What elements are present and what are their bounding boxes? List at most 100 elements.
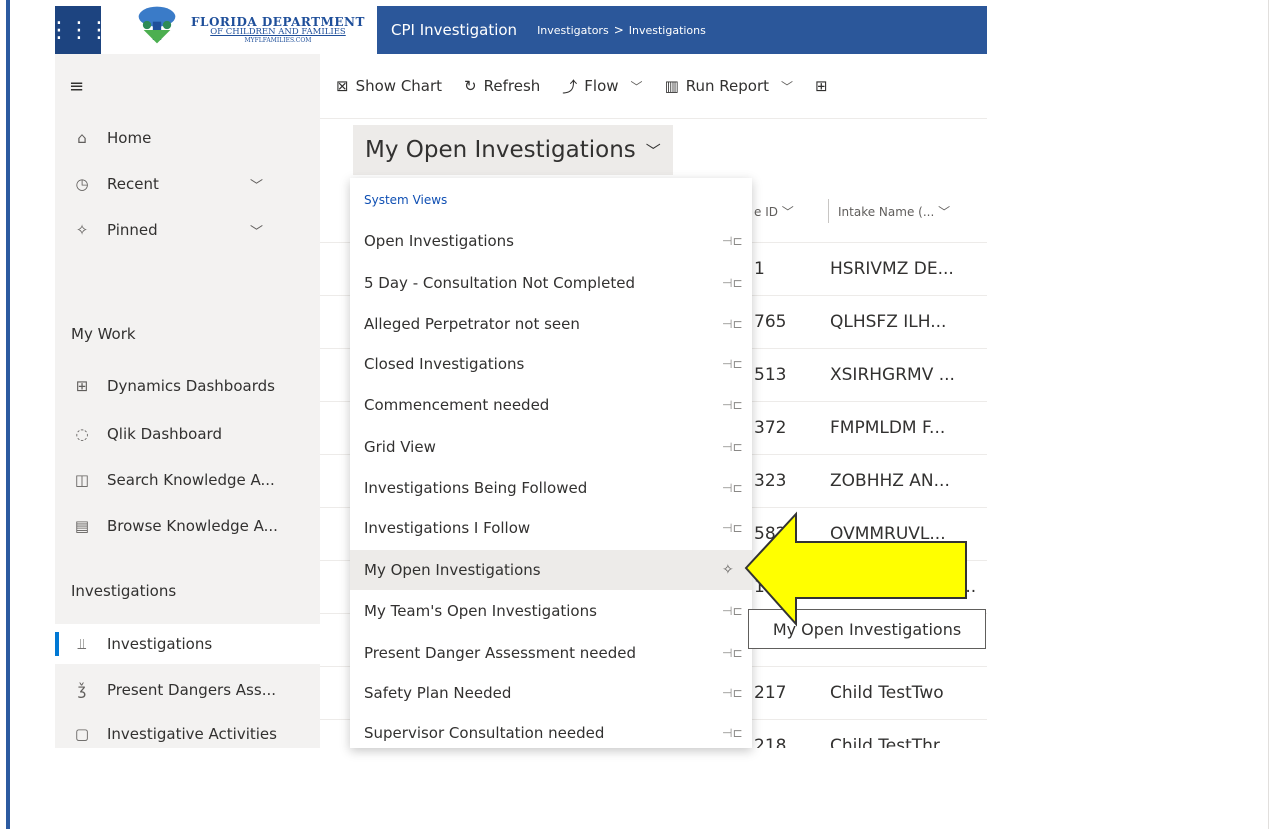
view-option-hovered[interactable]: My Open Investigations ✧: [350, 550, 752, 590]
view-option[interactable]: Investigations I Follow ⊣⊏: [350, 508, 752, 548]
sidebar: ≡ ⌂ Home ◷ Recent ﹀ ✧ Pinned ﹀ My Work ⊞…: [55, 54, 320, 748]
intake-name-cell[interactable]: QLHSFZ ILH...: [830, 312, 946, 332]
sidebar-item-label: Dynamics Dashboards: [107, 377, 275, 395]
clock-icon: ◷: [75, 175, 89, 193]
view-selector-dropdown: System Views Open Investigations ⊣⊏ 5 Da…: [350, 178, 752, 748]
pin-icon[interactable]: ⊣⊏: [722, 646, 743, 660]
sidebar-item-label: Home: [107, 129, 152, 147]
hamburger-menu-icon[interactable]: ≡: [69, 76, 84, 97]
flow-button[interactable]: ⤴ Flow ﹀: [562, 76, 642, 97]
dcf-emblem-icon: [138, 6, 176, 44]
intake-name-cell[interactable]: ZOBHHZ AN...: [830, 471, 950, 491]
sidebar-item-investigative-activities[interactable]: ▢ Investigative Activities: [55, 714, 320, 754]
intake-name-cell[interactable]: Child TestTwo: [830, 683, 944, 703]
view-title: My Open Investigations: [365, 137, 636, 163]
view-option[interactable]: Safety Plan Needed ⊣⊏: [350, 673, 752, 713]
view-option[interactable]: 5 Day - Consultation Not Completed ⊣⊏: [350, 263, 752, 303]
book-icon: ◫: [74, 471, 90, 489]
view-option-label: Commencement needed: [364, 396, 550, 414]
view-selector[interactable]: My Open Investigations ﹀: [353, 125, 673, 175]
app-title[interactable]: CPI Investigation: [391, 21, 517, 39]
run-report-label: Run Report: [685, 77, 770, 95]
intake-name-cell[interactable]: Child TestThr...: [830, 736, 955, 748]
show-chart-button[interactable]: ⊠ Show Chart: [336, 77, 442, 95]
breadcrumb-separator: >: [613, 23, 624, 37]
sidebar-item-present-dangers[interactable]: ǯ Present Dangers Ass...: [55, 670, 320, 710]
case-id-cell: 218: [754, 736, 787, 748]
chart-icon: ⊠: [336, 77, 349, 95]
sidebar-section-heading: Investigations: [71, 582, 177, 600]
view-option-label: Safety Plan Needed: [364, 684, 512, 702]
case-id-cell: 323: [754, 471, 787, 491]
report-icon: ▥: [664, 77, 679, 95]
view-option[interactable]: Closed Investigations ⊣⊏: [350, 344, 752, 384]
view-option[interactable]: Alleged Perpetrator not seen ⊣⊏: [350, 304, 752, 344]
pin-icon[interactable]: ⊣⊏: [722, 726, 743, 740]
sidebar-item-label: Browse Knowledge A...: [107, 517, 278, 535]
app-launcher-icon[interactable]: ⋮⋮⋮: [48, 6, 110, 54]
view-option-label: Present Danger Assessment needed: [364, 644, 636, 662]
left-edge-bar: [6, 0, 10, 829]
column-header-intake-name[interactable]: Intake Name (... ﹀: [838, 203, 950, 220]
chevron-down-icon[interactable]: ﹀: [250, 221, 263, 240]
view-option[interactable]: Investigations Being Followed ⊣⊏: [350, 468, 752, 508]
view-option[interactable]: Commencement needed ⊣⊏: [350, 385, 752, 425]
sidebar-item-qlik-dashboard[interactable]: ◌ Qlik Dashboard: [55, 414, 320, 454]
view-option[interactable]: Open Investigations ⊣⊏: [350, 221, 752, 261]
case-id-cell: 513: [754, 365, 787, 385]
pin-icon[interactable]: ✧: [722, 562, 734, 578]
sidebar-item-recent[interactable]: ◷ Recent ﹀: [55, 164, 320, 204]
intake-name-cell[interactable]: FMPMLDM F...: [830, 418, 945, 438]
pin-icon[interactable]: ⊣⊏: [722, 440, 743, 454]
breadcrumb-investigations[interactable]: Investigations: [629, 24, 706, 37]
qlik-icon: ◌: [75, 425, 89, 443]
view-option[interactable]: Grid View ⊣⊏: [350, 427, 752, 467]
excel-templates-button[interactable]: ⊞: [815, 77, 835, 95]
sidebar-item-dynamics-dashboards[interactable]: ⊞ Dynamics Dashboards: [55, 366, 320, 406]
sidebar-item-investigations[interactable]: ⫫ Investigations: [55, 624, 320, 664]
view-option[interactable]: Present Danger Assessment needed ⊣⊏: [350, 633, 752, 673]
view-option-label: Closed Investigations: [364, 355, 525, 373]
pin-icon[interactable]: ⊣⊏: [722, 481, 743, 495]
pin-icon[interactable]: ⊣⊏: [722, 357, 743, 371]
dcf-logo: FLORIDA DEPARTMENT OF CHILDREN AND FAMIL…: [101, 6, 377, 54]
view-option[interactable]: My Team's Open Investigations ⊣⊏: [350, 591, 752, 631]
pin-icon[interactable]: ⊣⊏: [722, 398, 743, 412]
refresh-button[interactable]: ↻ Refresh: [464, 77, 540, 95]
case-id-cell: 765: [754, 312, 787, 332]
chevron-down-icon[interactable]: ﹀: [250, 175, 263, 194]
top-navigation-bar: ⋮⋮⋮ FLORIDA DEPARTMENT OF CHILDREN AND F…: [48, 6, 987, 54]
sidebar-item-label: Qlik Dashboard: [107, 425, 222, 443]
investigation-icon: ⫫: [77, 635, 87, 653]
right-edge-line: [1268, 0, 1269, 829]
view-option[interactable]: Supervisor Consultation needed ⊣⊏: [350, 713, 752, 748]
pin-icon[interactable]: ⊣⊏: [722, 234, 743, 248]
case-id-cell: 1: [754, 259, 765, 279]
sidebar-item-label: Investigations: [107, 635, 213, 653]
run-report-button[interactable]: ▥ Run Report ﹀: [665, 77, 793, 95]
column-header-id[interactable]: e ID ﹀: [754, 203, 794, 220]
sidebar-item-browse-knowledge[interactable]: ▤ Browse Knowledge A...: [55, 506, 320, 546]
view-option-label: Investigations Being Followed: [364, 479, 588, 497]
pin-icon[interactable]: ⊣⊏: [722, 317, 743, 331]
document-icon: ▤: [74, 517, 90, 535]
danger-assessment-icon: ǯ: [77, 681, 87, 699]
sidebar-item-search-knowledge[interactable]: ◫ Search Knowledge A...: [55, 460, 320, 500]
dropdown-section-heading: System Views: [364, 193, 448, 207]
breadcrumb-investigators[interactable]: Investigators: [537, 24, 609, 37]
view-option-label: My Team's Open Investigations: [364, 602, 597, 620]
logo-text-line2: OF CHILDREN AND FAMILIES: [210, 27, 346, 37]
view-option-label: Investigations I Follow: [364, 519, 531, 537]
sidebar-item-pinned[interactable]: ✧ Pinned ﹀: [55, 210, 320, 250]
view-option-label: 5 Day - Consultation Not Completed: [364, 274, 635, 292]
sidebar-item-label: Pinned: [107, 221, 158, 239]
chevron-down-icon: ﹀: [645, 141, 661, 160]
active-indicator: [55, 632, 59, 656]
sidebar-item-home[interactable]: ⌂ Home: [55, 118, 320, 158]
case-id-cell: 217: [754, 683, 787, 703]
pin-icon[interactable]: ⊣⊏: [722, 686, 743, 700]
annotation-arrow-icon: [744, 511, 967, 627]
pin-icon[interactable]: ⊣⊏: [722, 276, 743, 290]
intake-name-cell[interactable]: XSIRHGRMV ...: [830, 365, 955, 385]
intake-name-cell[interactable]: HSRIVMZ DE...: [830, 259, 954, 279]
